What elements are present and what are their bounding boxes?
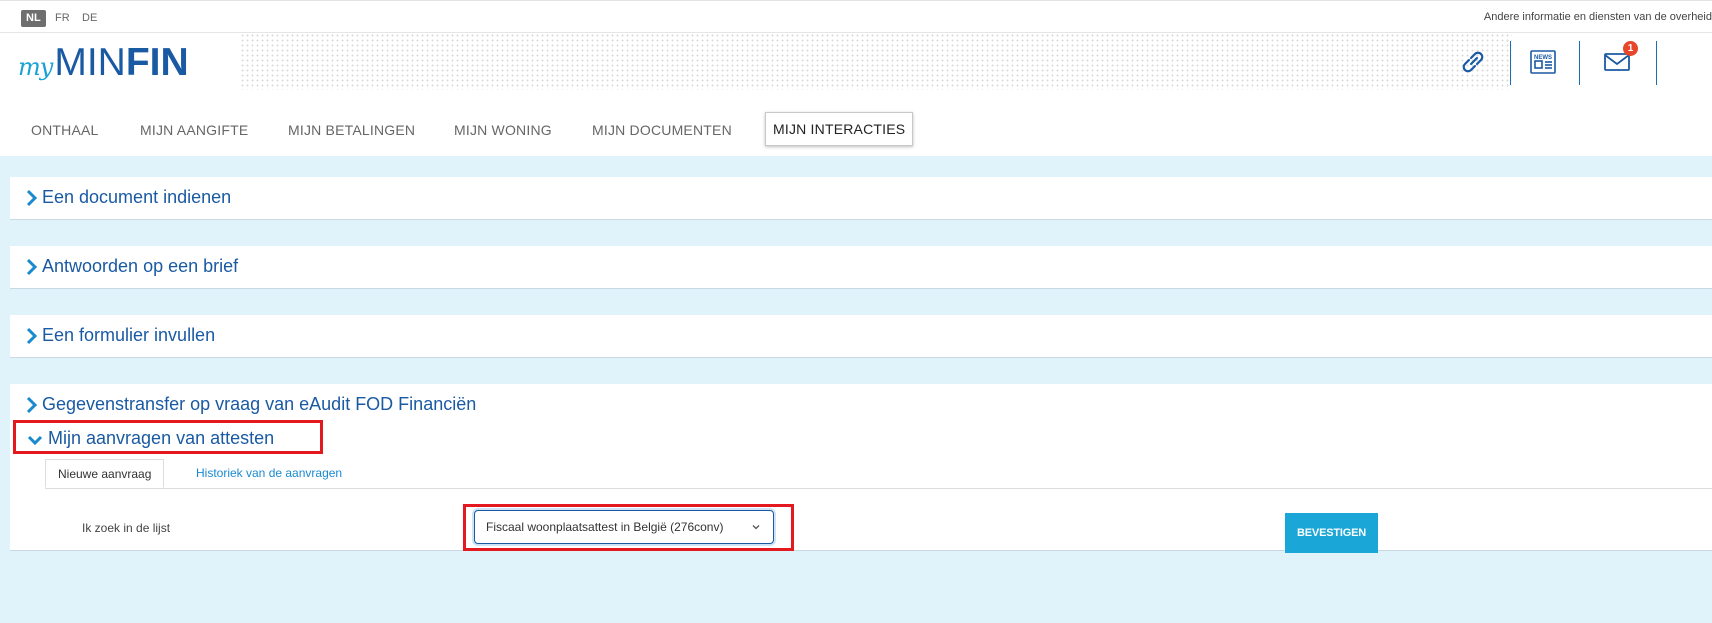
nav-mijn-woning[interactable]: MIJN WONING	[454, 122, 552, 138]
panel-title: Een formulier invullen	[42, 325, 216, 345]
panel-een-formulier-invullen[interactable]: Een formulier invullen	[10, 315, 1712, 358]
mail-icon[interactable]: 1	[1600, 41, 1638, 79]
chevron-down-icon[interactable]	[26, 433, 44, 447]
other-services-link[interactable]: Andere informatie en diensten van de ove…	[1484, 11, 1712, 23]
panel-antwoorden-op-een-brief[interactable]: Antwoorden op een brief	[10, 246, 1712, 289]
chevron-right-icon	[26, 258, 38, 276]
svg-text:NEWS: NEWS	[1534, 55, 1552, 61]
panel-een-document-indienen[interactable]: Een document indienen	[10, 177, 1712, 220]
logo-area: my MIN FIN	[0, 33, 240, 90]
logo-fin: FIN	[125, 41, 189, 84]
site-header: my MIN FIN NEWS 1	[0, 33, 1712, 90]
lang-fr[interactable]: FR	[50, 10, 75, 27]
chevron-down-icon	[752, 525, 760, 530]
search-list-label: Ik zoek in de lijst	[82, 521, 171, 535]
nav-mijn-documenten[interactable]: MIJN DOCUMENTEN	[592, 122, 732, 138]
attest-select[interactable]: Fiscaal woonplaatsattest in België (276c…	[474, 510, 774, 544]
header-separator	[1579, 41, 1580, 85]
tab-nieuwe-aanvraag[interactable]: Nieuwe aanvraag	[45, 459, 165, 488]
lang-de[interactable]: DE	[77, 10, 102, 27]
confirm-button[interactable]: BEVESTIGEN	[1285, 513, 1378, 553]
tab-historiek[interactable]: Historiek van de aanvragen	[184, 459, 354, 488]
main-navigation: ONTHAAL MIJN AANGIFTE MIJN BETALINGEN MI…	[0, 90, 1712, 156]
main-content: Een document indienen Antwoorden op een …	[0, 156, 1712, 623]
notification-badge: 1	[1623, 41, 1638, 56]
chevron-right-icon	[26, 189, 38, 207]
link-icon[interactable]	[1456, 45, 1490, 79]
panel-title[interactable]: Mijn aanvragen van attesten	[48, 428, 274, 449]
nav-mijn-interacties[interactable]: MIJN INTERACTIES	[765, 112, 914, 146]
header-separator	[1510, 41, 1511, 85]
chevron-right-icon	[26, 327, 38, 345]
news-icon[interactable]: NEWS	[1526, 45, 1560, 79]
language-bar: NL FR DE Andere informatie en diensten v…	[0, 0, 1712, 33]
logo-my: my	[18, 53, 53, 81]
logo-min: MIN	[54, 41, 126, 84]
header-separator	[1656, 41, 1657, 85]
chevron-right-icon	[26, 396, 38, 414]
myminfin-logo[interactable]: my MIN FIN	[18, 41, 189, 84]
tab-bar: Nieuwe aanvraag Historiek van de aanvrag…	[45, 459, 1712, 489]
panel-title: Gegevenstransfer op vraag van eAudit FOD…	[42, 394, 477, 414]
selected-attest: Fiscaal woonplaatsattest in België (276c…	[486, 520, 724, 534]
nav-onthaal[interactable]: ONTHAAL	[31, 122, 99, 138]
lang-nl[interactable]: NL	[21, 10, 46, 27]
nav-mijn-aangifte[interactable]: MIJN AANGIFTE	[140, 122, 248, 138]
panel-title: Een document indienen	[42, 187, 232, 207]
panel-mijn-aanvragen-van-attesten: Mijn aanvragen van attesten Nieuwe aanvr…	[10, 417, 1712, 553]
header-icons: NEWS 1	[1462, 33, 1712, 90]
panel-title: Antwoorden op een brief	[42, 256, 239, 276]
nav-mijn-betalingen[interactable]: MIJN BETALINGEN	[288, 122, 415, 138]
